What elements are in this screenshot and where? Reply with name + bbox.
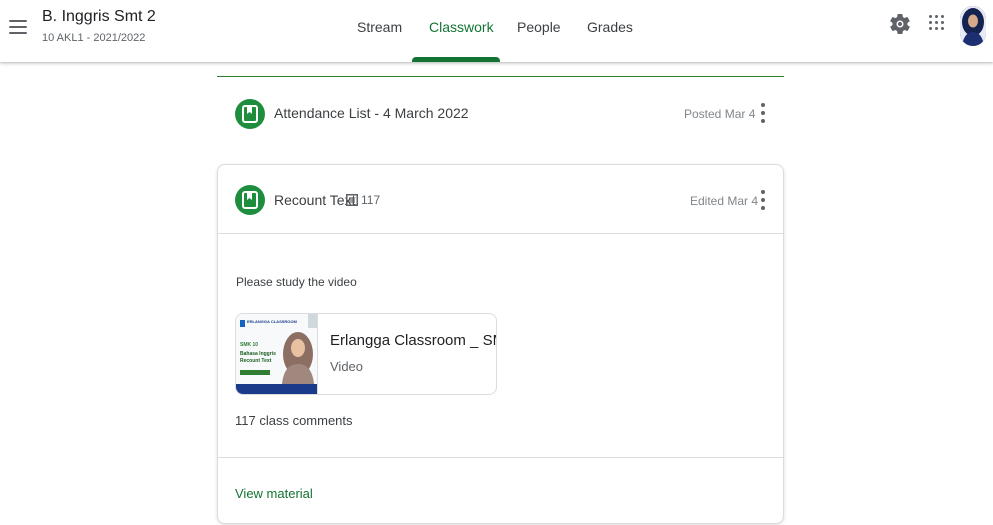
card-date: Edited Mar 4: [690, 194, 759, 208]
class-subtitle: 10 AKL1 - 2021/2022: [42, 32, 146, 44]
thumbnail-level: SMK 10: [240, 342, 259, 348]
material-bookmark-icon: [235, 99, 265, 129]
thumbnail-topic: Recount Text: [240, 358, 272, 364]
card-footer: View material: [218, 457, 783, 523]
tab-grades[interactable]: Grades: [587, 0, 633, 62]
classwork-item[interactable]: Attendance List - 4 March 2022 Posted Ma…: [217, 77, 784, 151]
class-title[interactable]: B. Inggris Smt 2: [42, 8, 156, 26]
view-material-link[interactable]: View material: [235, 486, 313, 501]
active-tab-indicator: [412, 57, 500, 62]
video-thumbnail: ERLANGGA CLASSROOM SMK 10 Bahasa Inggris…: [236, 314, 318, 394]
more-options-icon[interactable]: [757, 102, 769, 124]
card-header[interactable]: Recount Text 117 Edited Mar 4: [218, 165, 783, 234]
tab-classwork[interactable]: Classwork: [429, 0, 494, 62]
comment-count: 117: [361, 193, 381, 207]
comment-icon: [346, 193, 358, 211]
material-bookmark-icon: [235, 185, 265, 215]
card-title: Recount Text: [274, 192, 356, 208]
item-date: Posted Mar 4: [684, 107, 756, 121]
top-app-bar: B. Inggris Smt 2 10 AKL1 - 2021/2022 Str…: [0, 0, 993, 62]
tab-people[interactable]: People: [517, 0, 561, 62]
thumbnail-brand: ERLANGGA CLASSROOM: [247, 319, 297, 324]
avatar[interactable]: [960, 6, 986, 46]
gear-icon[interactable]: [888, 12, 912, 36]
attachment-type: Video: [330, 359, 364, 374]
hamburger-menu-icon[interactable]: [9, 20, 27, 38]
more-options-icon[interactable]: [757, 189, 769, 211]
material-card: Recount Text 117 Edited Mar 4 Please stu…: [217, 164, 784, 524]
tab-stream[interactable]: Stream: [357, 0, 402, 62]
apps-grid-icon[interactable]: [928, 14, 946, 32]
card-description: Please study the video: [236, 275, 357, 289]
video-attachment[interactable]: ERLANGGA CLASSROOM SMK 10 Bahasa Inggris…: [235, 313, 497, 395]
thumbnail-subject: Bahasa Inggris: [240, 351, 276, 357]
attachment-title: Erlangga Classroom _ SM...: [330, 332, 496, 349]
class-comments-link[interactable]: 117 class comments: [235, 413, 353, 428]
item-title: Attendance List - 4 March 2022: [274, 105, 469, 121]
